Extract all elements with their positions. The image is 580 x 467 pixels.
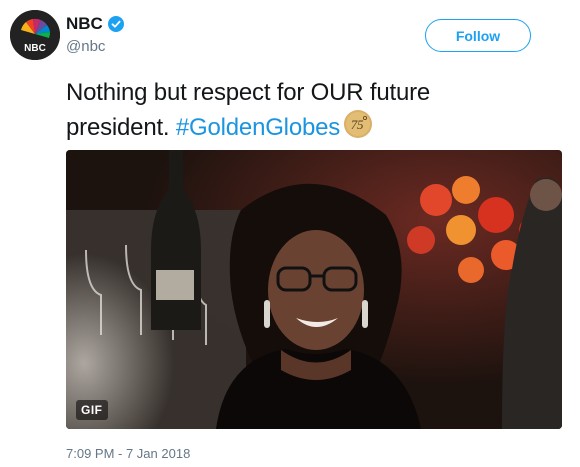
- account-handle[interactable]: @nbc: [66, 38, 105, 55]
- verified-badge-icon: [107, 16, 124, 32]
- display-name[interactable]: NBC: [66, 14, 103, 34]
- golden-globes-75-icon: 75: [344, 110, 373, 138]
- nbc-peacock-icon: NBC: [10, 10, 60, 60]
- gif-frame-image: [66, 150, 562, 429]
- badge-text: 75: [351, 117, 364, 132]
- hashtag-link[interactable]: #GoldenGlobes: [176, 114, 340, 141]
- gif-media[interactable]: [66, 150, 562, 429]
- follow-button[interactable]: Follow: [425, 19, 531, 52]
- gif-badge: GIF: [76, 400, 108, 420]
- tweet-text: Nothing but respect for OUR future presi…: [66, 76, 526, 144]
- tweet-timestamp[interactable]: 7:09 PM - 7 Jan 2018: [66, 446, 190, 461]
- account-name-row: NBC: [66, 14, 124, 34]
- avatar-label: NBC: [24, 43, 46, 54]
- avatar[interactable]: NBC: [10, 10, 60, 60]
